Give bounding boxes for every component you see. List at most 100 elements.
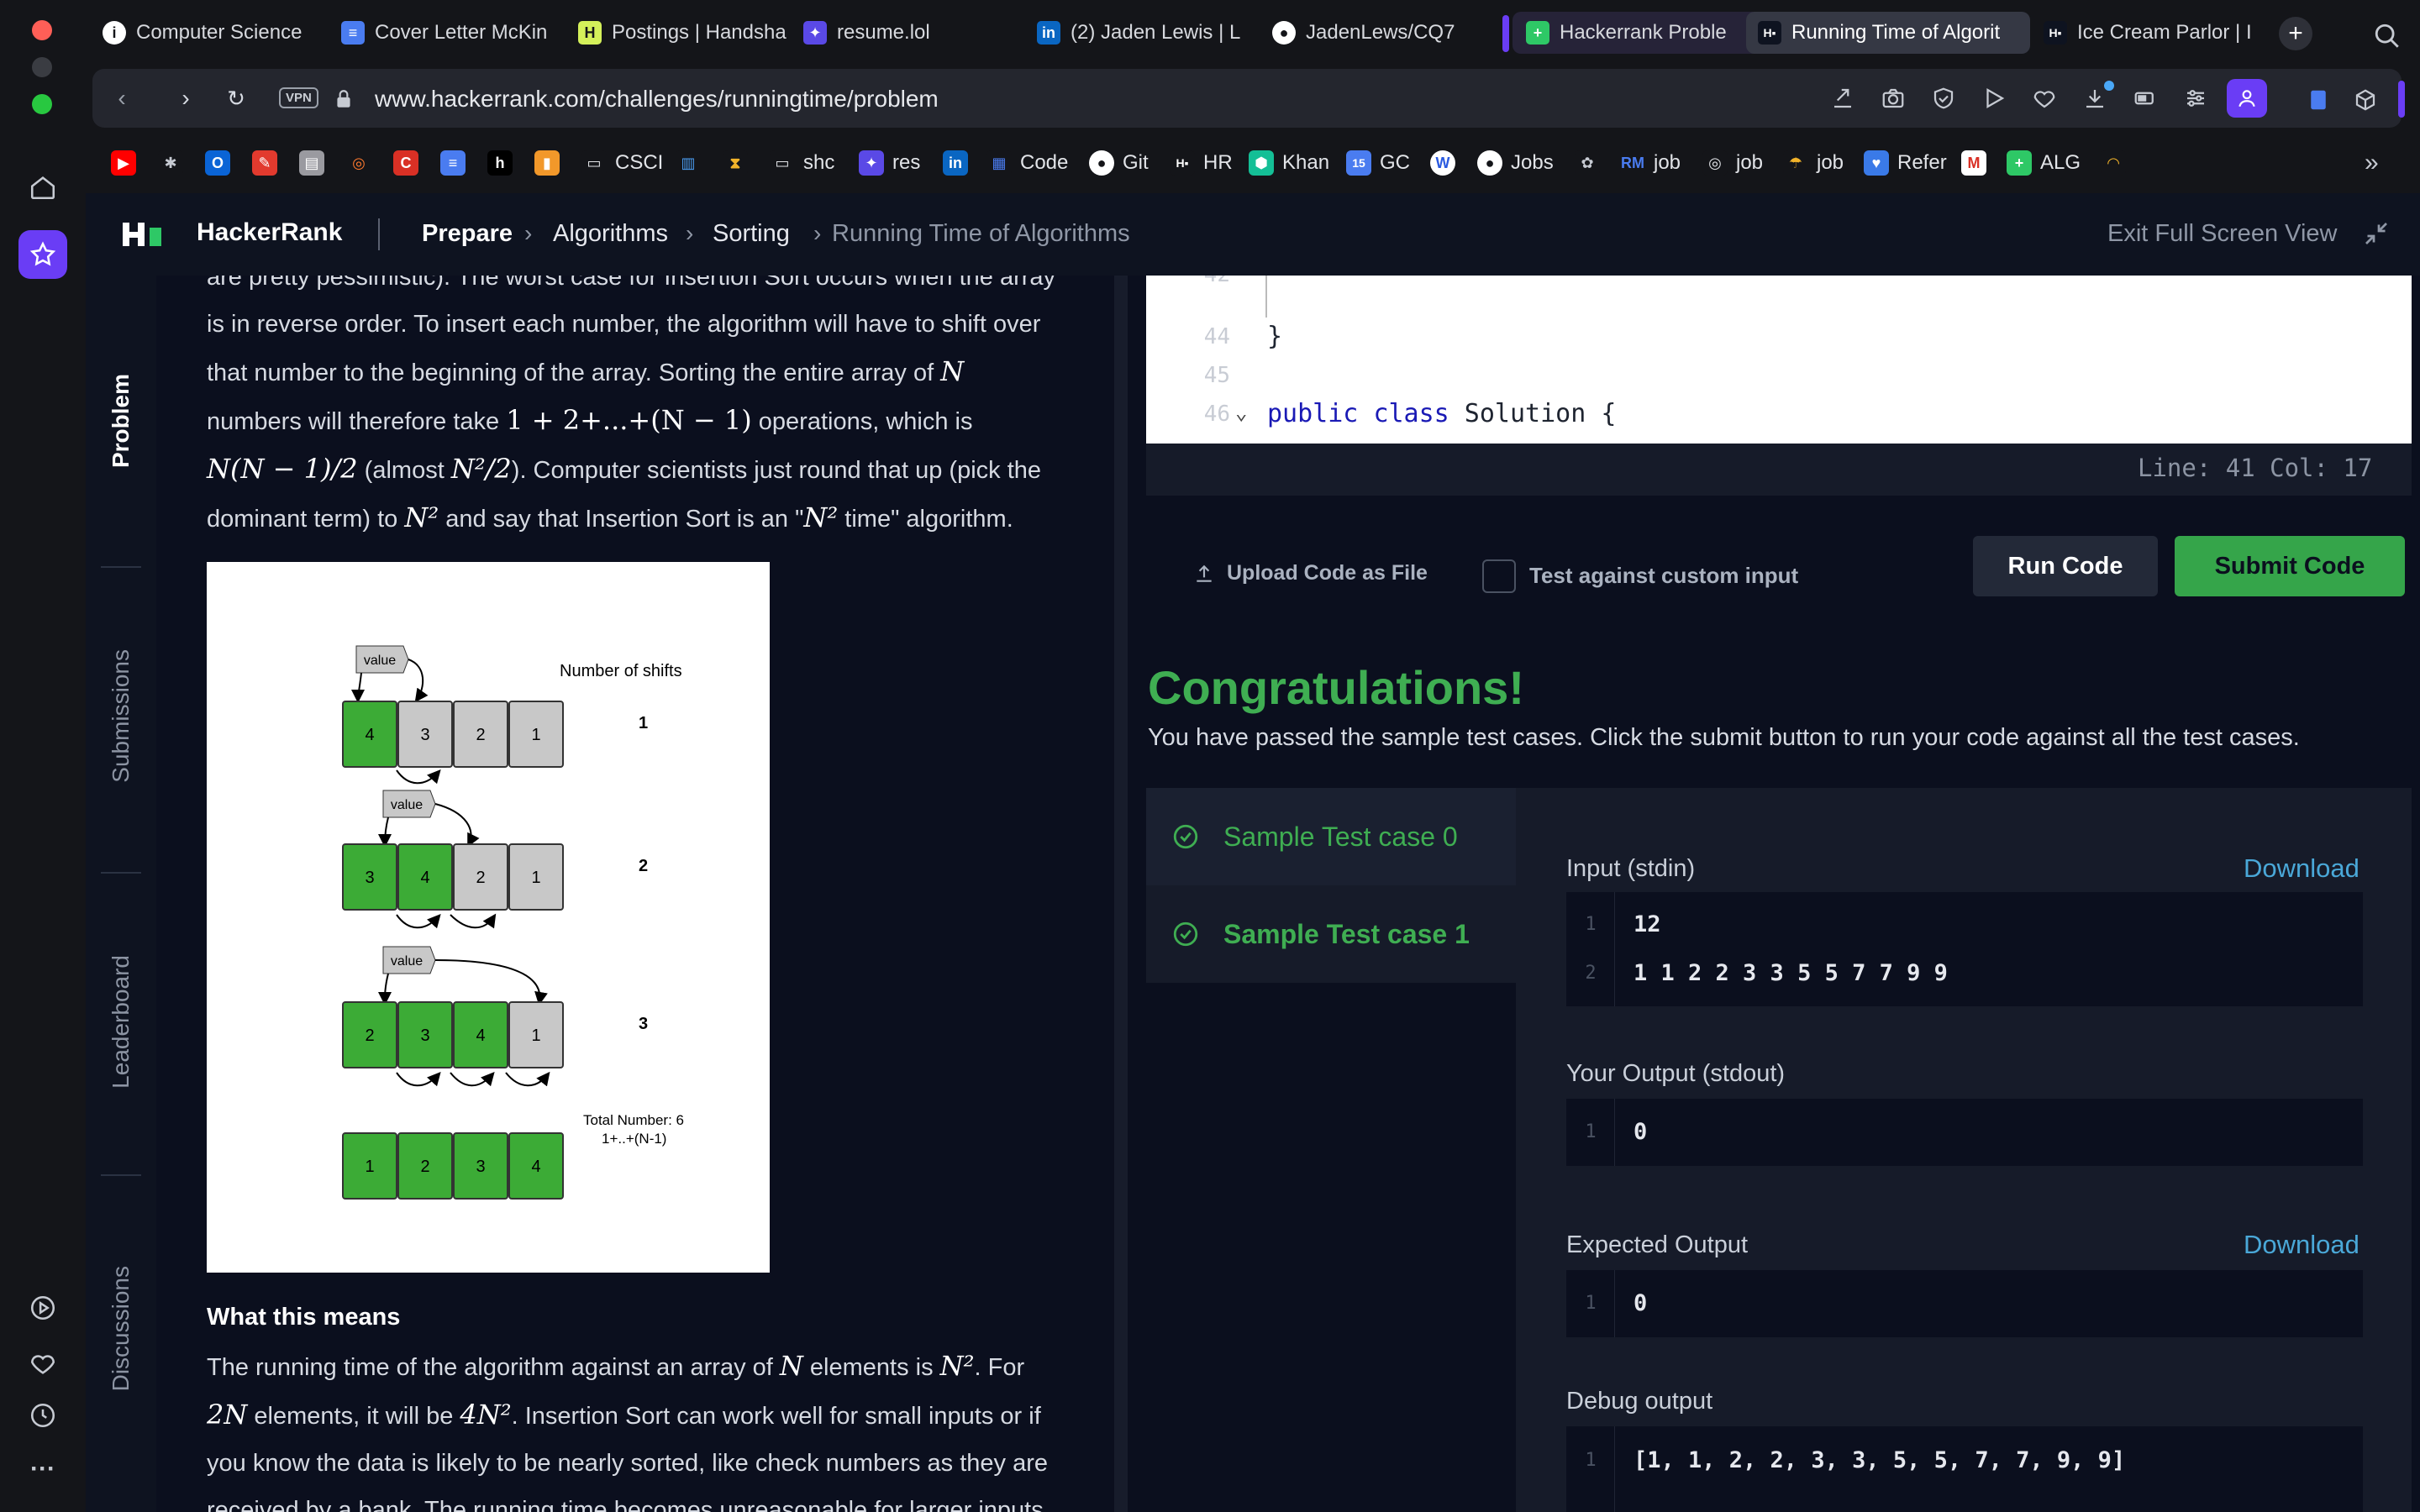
notes-icon[interactable] — [2304, 86, 2333, 114]
custom-input-label[interactable]: Test against custom input — [1529, 563, 1798, 589]
bookmark-circle[interactable]: ◎ — [346, 146, 371, 180]
bookmark-w[interactable]: W — [1430, 146, 1455, 180]
bookmark-gmail[interactable]: M — [1961, 146, 1986, 180]
play-icon[interactable] — [1980, 84, 2008, 113]
bookmark-csci[interactable]: ▭ CSCI — [581, 146, 663, 180]
bookmark-linkedin[interactable]: in — [943, 146, 968, 180]
bookmark-rainbow[interactable]: ◠ — [2101, 146, 2126, 180]
tab-running-time[interactable]: H▪ Running Time of Algorit — [1746, 12, 2030, 54]
bookmark-code[interactable]: ▦ Code — [986, 146, 1068, 180]
spaces-button[interactable] — [18, 230, 67, 279]
tab-discussions[interactable]: Discussions — [86, 1178, 156, 1480]
bookmark-res[interactable]: ✦ res — [859, 146, 920, 180]
more-bookmarks-icon[interactable]: » — [2365, 146, 2379, 180]
bookmark-c[interactable]: C — [393, 146, 418, 180]
bookmark-pdf[interactable]: ✎ — [252, 146, 277, 180]
upload-code-button[interactable]: Upload Code as File — [1193, 561, 1428, 585]
bookmark-khan[interactable]: ⬢ Khan — [1249, 146, 1329, 180]
tab-leaderboard[interactable]: Leaderboard — [86, 875, 156, 1168]
tab-linkedin[interactable]: in (2) Jaden Lewis | L — [1025, 12, 1267, 54]
bookmark-jobs[interactable]: ● Jobs — [1477, 146, 1554, 180]
favorites-button[interactable] — [18, 1339, 67, 1388]
array-cell-value: 3 — [420, 726, 429, 744]
line-number: 46 — [1203, 402, 1230, 427]
tab-resume-lol[interactable]: ✦ resume.lol — [792, 12, 1010, 54]
bookmark-youtube[interactable]: ▶ — [111, 146, 136, 180]
sparkle-icon: ✱ — [158, 150, 183, 176]
tab-handshake[interactable]: H Postings | Handsha — [566, 12, 790, 54]
new-tab-button[interactable]: + — [2279, 17, 2312, 50]
bookmark-shc[interactable]: ▭ shc — [770, 146, 834, 180]
maximize-window-button[interactable] — [32, 94, 52, 114]
player-button[interactable] — [18, 1284, 67, 1332]
math-n: N — [940, 355, 965, 387]
collapse-icon[interactable] — [2361, 218, 2391, 249]
home-button[interactable] — [18, 163, 67, 212]
more-icon[interactable]: ··· — [18, 1445, 67, 1494]
bookmark-sparkle[interactable]: ✱ — [158, 146, 183, 180]
test-case-1[interactable]: Sample Test case 1 — [1146, 885, 1516, 983]
bookmark-git[interactable]: ● Git — [1089, 146, 1149, 180]
cube-icon[interactable] — [2351, 86, 2380, 114]
lock-icon[interactable] — [333, 87, 355, 111]
bookmark-job-2[interactable]: ◎ job — [1702, 146, 1763, 180]
breadcrumb-prepare[interactable]: Prepare — [422, 220, 513, 248]
tab-github[interactable]: ● JadenLews/CQ7 — [1260, 12, 1481, 54]
value-tag: value — [378, 790, 480, 848]
run-code-button[interactable]: Run Code — [1973, 536, 2158, 596]
battery-icon[interactable] — [2131, 84, 2160, 113]
vpn-badge[interactable]: VPN — [279, 87, 318, 108]
io-value: 0 — [1634, 1290, 1648, 1316]
tab-computer-science[interactable]: i Computer Science — [91, 12, 328, 54]
bookmark-alg[interactable]: + ALG — [2007, 146, 2081, 180]
address-bar[interactable]: ‹ › ↻ VPN www.hackerrank.com/challenges/… — [92, 69, 2402, 128]
download-expected-link[interactable]: Download — [2244, 1230, 2360, 1260]
tab-cover-letter[interactable]: ≡ Cover Letter McKin — [329, 12, 565, 54]
shield-icon[interactable] — [1929, 84, 1958, 113]
bookmark-hourglass[interactable]: ⧗ — [723, 146, 748, 180]
url-text[interactable]: www.hackerrank.com/challenges/runningtim… — [375, 86, 939, 113]
search-icon[interactable] — [2373, 22, 2402, 50]
bookmark-job-rm[interactable]: RM job — [1620, 146, 1681, 180]
submit-code-button[interactable]: Submit Code — [2175, 536, 2405, 596]
code-editor[interactable]: 42 44 } 45 46 ⌄ public class Solution { — [1146, 276, 2412, 444]
history-button[interactable] — [18, 1391, 67, 1440]
minimize-window-button[interactable] — [32, 57, 52, 77]
bookmark-job-3[interactable]: ☂ job — [1783, 146, 1844, 180]
bookmark-hr[interactable]: H▪ HR — [1170, 146, 1233, 180]
bookmark-gc[interactable]: 15 GC — [1346, 146, 1410, 180]
bookmark-refer[interactable]: ♥ Refer — [1864, 146, 1947, 180]
bookmark-openai[interactable]: ✿ — [1575, 146, 1600, 180]
tab-problem[interactable]: Problem — [86, 276, 156, 566]
tab-label: Hackerrank Proble — [1560, 21, 1727, 44]
exit-fullscreen-link[interactable]: Exit Full Screen View — [2107, 220, 2337, 248]
close-window-button[interactable] — [32, 20, 52, 40]
bookmark-bag[interactable]: ▮ — [534, 146, 560, 180]
camera-icon[interactable] — [1879, 84, 1907, 113]
fold-chevron-icon[interactable]: ⌄ — [1235, 391, 1247, 433]
download-input-link[interactable]: Download — [2244, 853, 2360, 884]
bookmark-docs[interactable]: ≡ — [440, 146, 466, 180]
breadcrumb-sorting[interactable]: Sorting — [713, 220, 790, 248]
profile-button[interactable] — [2227, 79, 2267, 118]
test-case-0[interactable]: Sample Test case 0 — [1146, 788, 1516, 885]
tab-submissions[interactable]: Submissions — [86, 570, 156, 862]
bookmark-notes[interactable]: ▤ — [299, 146, 324, 180]
bookmark-h[interactable]: h — [487, 146, 513, 180]
hackerrank-logo-icon[interactable] — [123, 220, 165, 249]
bookmark-chart[interactable]: ▥ — [676, 146, 701, 180]
heart-icon[interactable] — [2030, 84, 2059, 113]
tab-hackerrank-problem[interactable]: + Hackerrank Proble — [1514, 12, 1743, 54]
array-cell-value: 3 — [365, 869, 374, 887]
reload-icon[interactable]: ↻ — [224, 86, 249, 111]
rm-icon: RM — [1620, 150, 1645, 176]
panel-splitter[interactable] — [1114, 276, 1128, 1512]
breadcrumb-algorithms[interactable]: Algorithms — [553, 220, 668, 248]
share-icon[interactable] — [1828, 84, 1857, 113]
back-icon[interactable]: ‹ — [109, 85, 134, 111]
settings-sliders-icon[interactable] — [2181, 84, 2210, 113]
forward-icon[interactable]: › — [173, 85, 198, 111]
bookmark-outlook[interactable]: O — [205, 146, 230, 180]
custom-input-checkbox[interactable] — [1482, 559, 1516, 593]
brand-name[interactable]: HackerRank — [197, 218, 342, 247]
